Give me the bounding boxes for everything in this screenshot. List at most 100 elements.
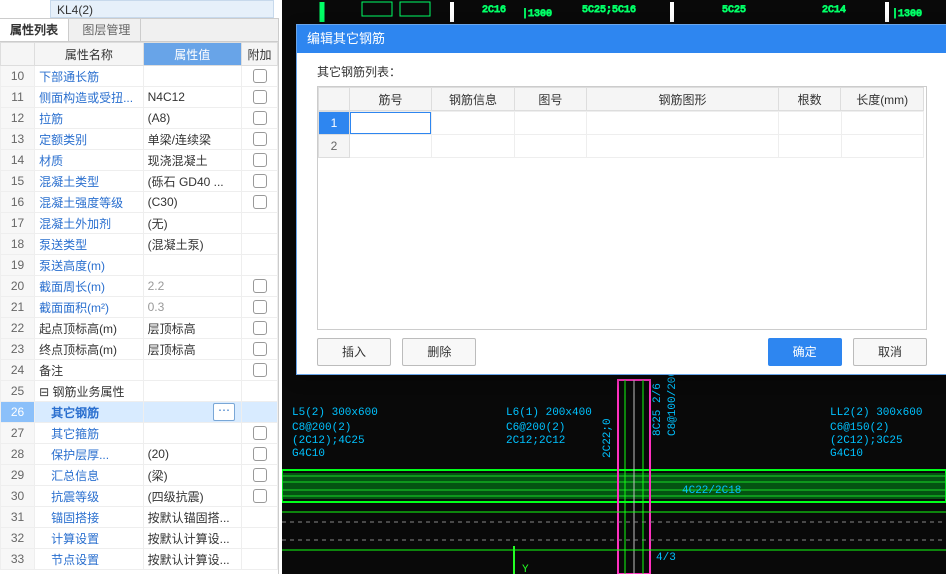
prop-value[interactable]	[143, 360, 241, 381]
prop-value[interactable]: (梁)	[143, 465, 241, 486]
property-row[interactable]: 22起点顶标高(m)层顶标高	[1, 318, 278, 339]
checkbox-icon[interactable]	[253, 426, 267, 440]
prop-value[interactable]: (无)	[143, 213, 241, 234]
property-row[interactable]: 31 锚固搭接按默认锚固搭...	[1, 507, 278, 528]
prop-name[interactable]: 计算设置	[35, 528, 144, 549]
property-row[interactable]: 17混凝土外加剂(无)	[1, 213, 278, 234]
prop-name[interactable]: 截面周长(m)	[35, 276, 144, 297]
checkbox-icon[interactable]	[253, 90, 267, 104]
col-count[interactable]: 根数	[778, 88, 841, 111]
prop-name[interactable]: 混凝土强度等级	[35, 192, 144, 213]
prop-value[interactable]: (砾石 GD40 ...	[143, 171, 241, 192]
prop-name[interactable]: 终点顶标高(m)	[35, 339, 144, 360]
property-row[interactable]: 20截面周长(m)2.2	[1, 276, 278, 297]
prop-name[interactable]: 汇总信息	[35, 465, 144, 486]
prop-extra[interactable]	[242, 507, 278, 528]
property-row[interactable]: 13定额类别单梁/连续梁	[1, 129, 278, 150]
prop-extra[interactable]	[242, 465, 278, 486]
prop-name[interactable]: 保护层厚...	[35, 444, 144, 465]
prop-name[interactable]: 材质	[35, 150, 144, 171]
prop-value[interactable]: 按默认计算设...	[143, 549, 241, 570]
prop-name[interactable]: ⊟ 钢筋业务属性	[35, 381, 144, 402]
property-row[interactable]: 27 其它箍筋	[1, 423, 278, 444]
property-row[interactable]: 25⊟ 钢筋业务属性	[1, 381, 278, 402]
prop-name[interactable]: 下部通长筋	[35, 66, 144, 87]
checkbox-icon[interactable]	[253, 111, 267, 125]
prop-name[interactable]: 其它钢筋	[35, 402, 144, 423]
property-row[interactable]: 32 计算设置按默认计算设...	[1, 528, 278, 549]
prop-value[interactable]: 按默认计算设...	[143, 528, 241, 549]
prop-value[interactable]: 0.3	[143, 297, 241, 318]
prop-value[interactable]: 单梁/连续梁	[143, 129, 241, 150]
prop-name[interactable]: 定额类别	[35, 129, 144, 150]
prop-extra[interactable]	[242, 528, 278, 549]
prop-value[interactable]: 按默认锚固搭...	[143, 507, 241, 528]
property-row[interactable]: 14材质现浇混凝土	[1, 150, 278, 171]
tab-attributes[interactable]: 属性列表	[0, 19, 69, 41]
prop-extra[interactable]	[242, 234, 278, 255]
prop-extra[interactable]	[242, 423, 278, 444]
prop-value[interactable]: 层顶标高	[143, 318, 241, 339]
property-row[interactable]: 26 其它钢筋⋯	[1, 402, 278, 423]
prop-name[interactable]: 混凝土外加剂	[35, 213, 144, 234]
property-row[interactable]: 30 抗震等级(四级抗震)	[1, 486, 278, 507]
checkbox-icon[interactable]	[253, 153, 267, 167]
checkbox-icon[interactable]	[253, 195, 267, 209]
table-row[interactable]: 1	[319, 112, 924, 135]
cancel-button[interactable]: 取消	[853, 338, 927, 366]
prop-extra[interactable]	[242, 444, 278, 465]
prop-value[interactable]	[143, 381, 241, 402]
prop-value[interactable]: (20)	[143, 444, 241, 465]
prop-extra[interactable]	[242, 129, 278, 150]
prop-extra[interactable]	[242, 255, 278, 276]
checkbox-icon[interactable]	[253, 300, 267, 314]
prop-extra[interactable]	[242, 318, 278, 339]
col-fig[interactable]: 图号	[514, 88, 587, 111]
checkbox-icon[interactable]	[253, 279, 267, 293]
property-row[interactable]: 29 汇总信息(梁)	[1, 465, 278, 486]
prop-extra[interactable]	[242, 381, 278, 402]
property-row[interactable]: 24备注	[1, 360, 278, 381]
prop-extra[interactable]	[242, 87, 278, 108]
browse-button[interactable]: ⋯	[213, 403, 235, 421]
prop-name[interactable]: 抗震等级	[35, 486, 144, 507]
checkbox-icon[interactable]	[253, 69, 267, 83]
checkbox-icon[interactable]	[253, 132, 267, 146]
prop-name[interactable]: 其它箍筋	[35, 423, 144, 444]
prop-name[interactable]: 侧面构造或受扭...	[35, 87, 144, 108]
property-row[interactable]: 15混凝土类型(砾石 GD40 ...	[1, 171, 278, 192]
property-row[interactable]: 28 保护层厚...(20)	[1, 444, 278, 465]
prop-name[interactable]: 泵送高度(m)	[35, 255, 144, 276]
prop-extra[interactable]	[242, 297, 278, 318]
prop-name[interactable]: 节点设置	[35, 549, 144, 570]
prop-name[interactable]: 截面面积(m²)	[35, 297, 144, 318]
property-row[interactable]: 16混凝土强度等级(C30)	[1, 192, 278, 213]
delete-button[interactable]: 删除	[402, 338, 476, 366]
prop-value[interactable]: ⋯	[143, 402, 241, 423]
checkbox-icon[interactable]	[253, 321, 267, 335]
insert-button[interactable]: 插入	[317, 338, 391, 366]
property-row[interactable]: 33 节点设置按默认计算设...	[1, 549, 278, 570]
prop-value[interactable]: 2.2	[143, 276, 241, 297]
prop-extra[interactable]	[242, 66, 278, 87]
prop-name[interactable]: 备注	[35, 360, 144, 381]
table-row[interactable]: 2	[319, 135, 924, 158]
prop-extra[interactable]	[242, 549, 278, 570]
property-row[interactable]: 19泵送高度(m)	[1, 255, 278, 276]
prop-name[interactable]: 混凝土类型	[35, 171, 144, 192]
prop-name[interactable]: 锚固搭接	[35, 507, 144, 528]
property-row[interactable]: 21截面面积(m²)0.3	[1, 297, 278, 318]
prop-extra[interactable]	[242, 213, 278, 234]
prop-extra[interactable]	[242, 486, 278, 507]
col-rebar-info[interactable]: 钢筋信息	[432, 88, 514, 111]
prop-extra[interactable]	[242, 108, 278, 129]
checkbox-icon[interactable]	[253, 174, 267, 188]
prop-extra[interactable]	[242, 171, 278, 192]
prop-extra[interactable]	[242, 192, 278, 213]
col-len[interactable]: 长度(mm)	[841, 88, 924, 111]
prop-value[interactable]	[143, 423, 241, 444]
checkbox-icon[interactable]	[253, 363, 267, 377]
prop-name[interactable]: 拉筋	[35, 108, 144, 129]
prop-extra[interactable]	[242, 276, 278, 297]
checkbox-icon[interactable]	[253, 468, 267, 482]
